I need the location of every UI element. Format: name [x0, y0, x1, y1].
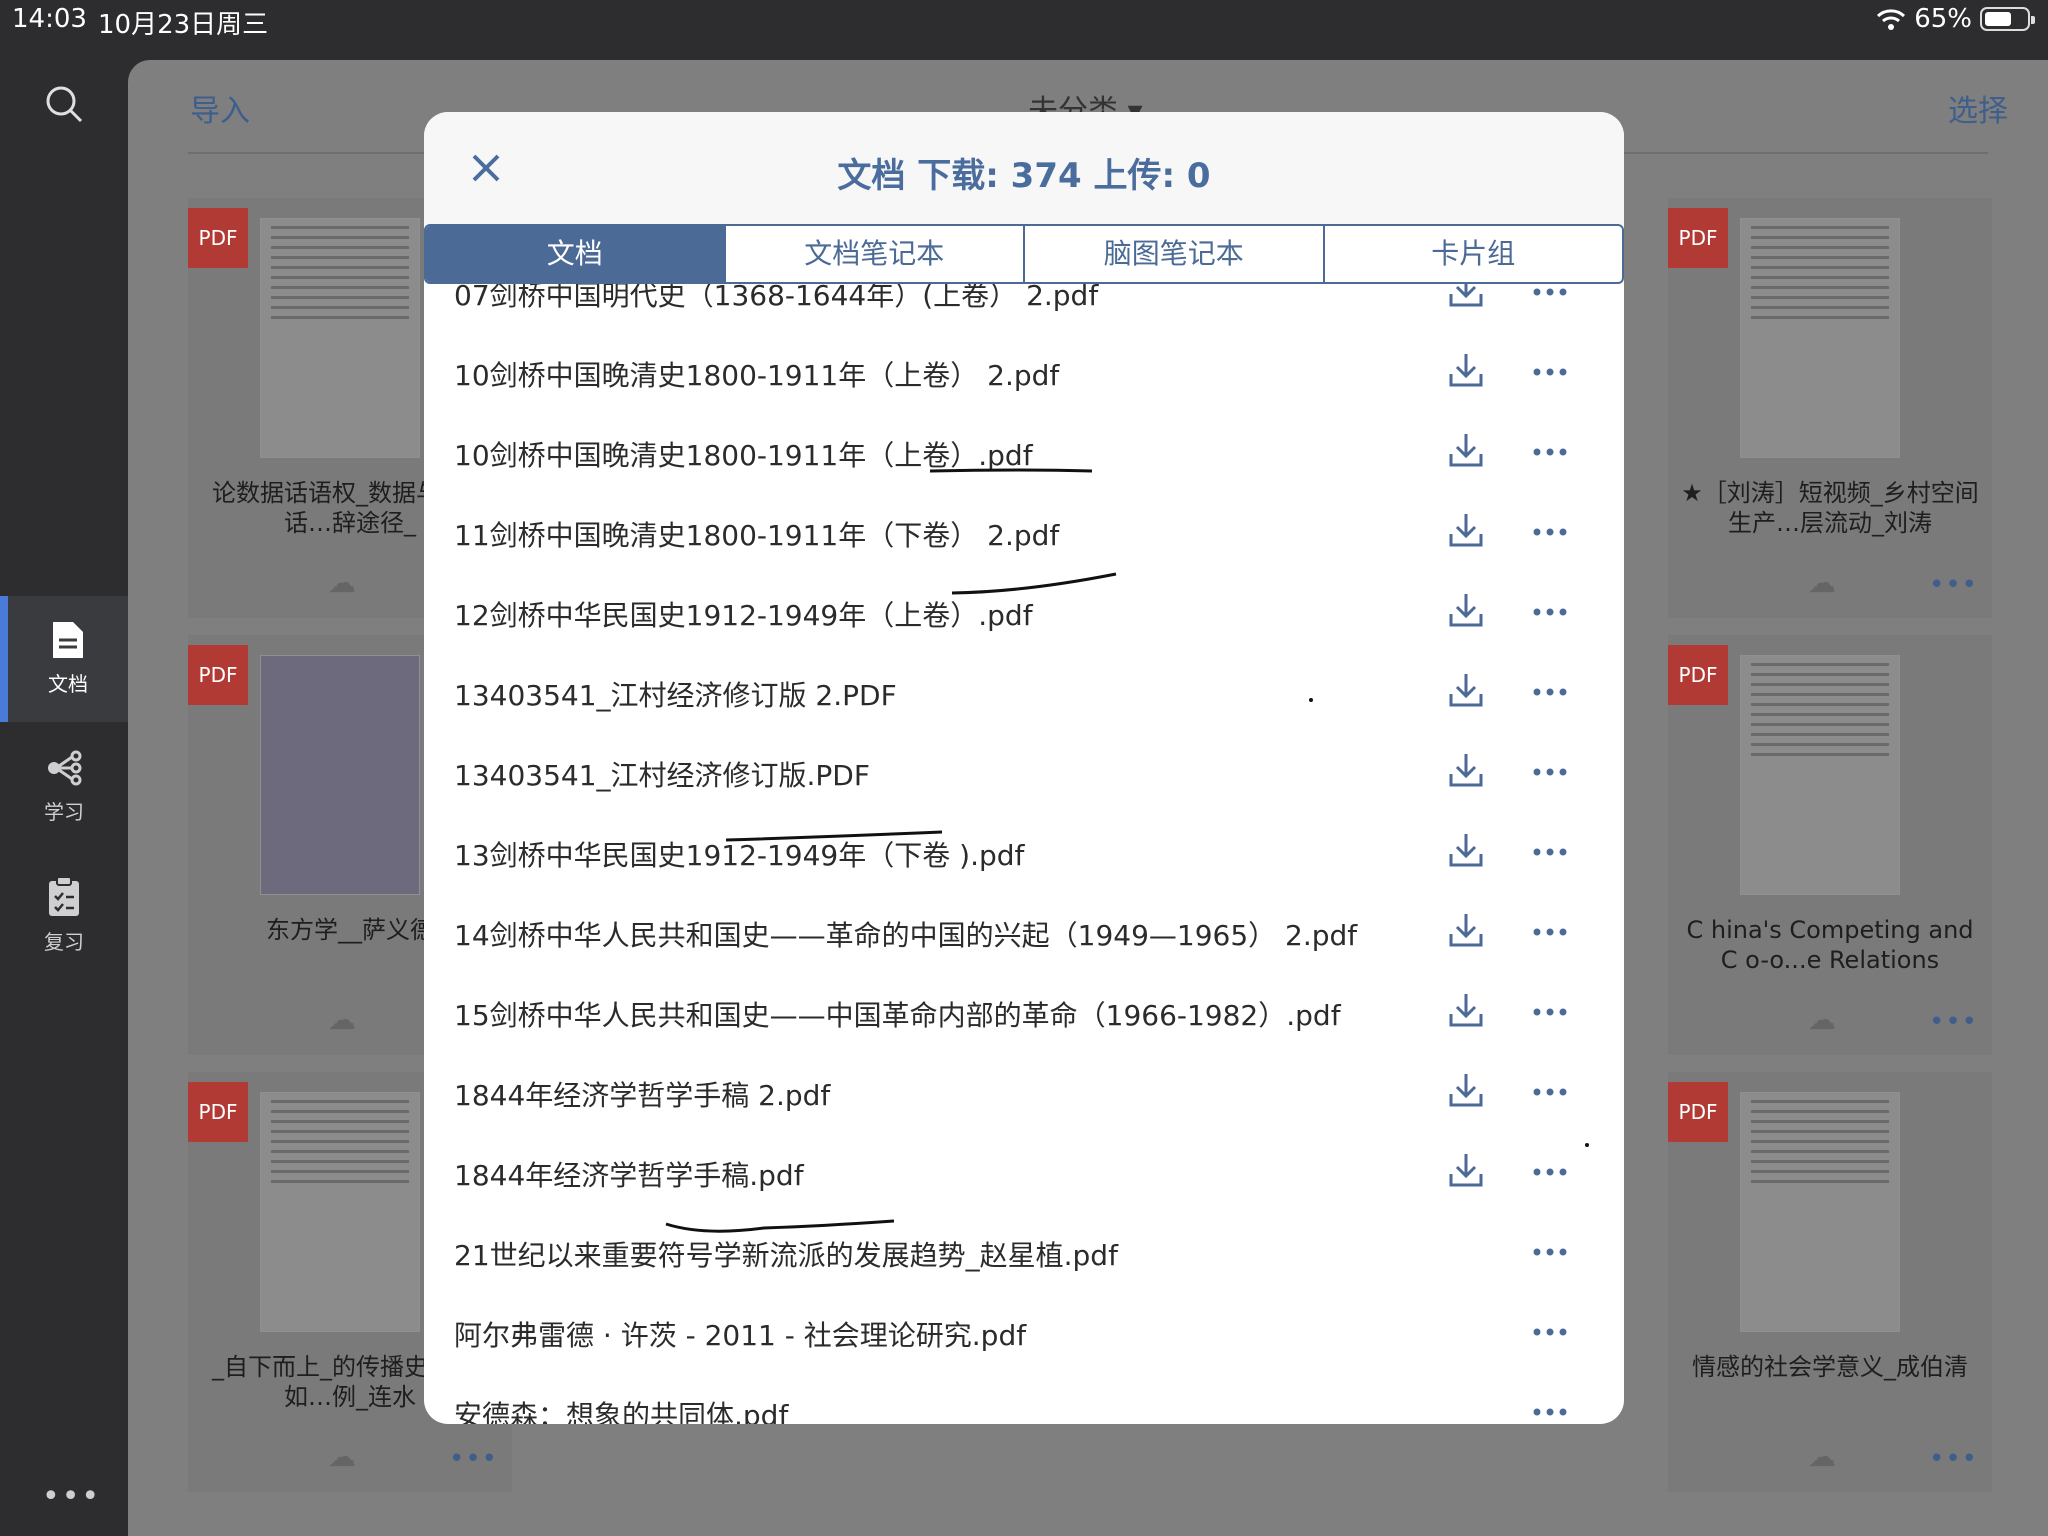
wifi-icon: [1877, 9, 1906, 30]
more-icon[interactable]: •••: [1929, 570, 1978, 600]
more-icon[interactable]: •••: [449, 1444, 498, 1474]
document-thumbnail: [260, 655, 420, 895]
sidebar-item-label: 文档: [48, 672, 88, 696]
pdf-badge: PDF: [188, 208, 248, 268]
share-network-icon: [48, 750, 82, 786]
battery-icon: [1980, 7, 2035, 31]
select-button[interactable]: 选择: [1948, 86, 2008, 130]
cloud-icon: ☁: [328, 566, 356, 599]
status-time: 14:03: [12, 4, 87, 34]
document-thumbnail: [1740, 218, 1900, 458]
document-card[interactable]: PDF ★［刘涛］短视频_乡村空间生产…层流动_刘涛 ☁ •••: [1668, 198, 1992, 618]
document-card[interactable]: PDF C hina's Competing and C o-o...e Rel…: [1668, 635, 1992, 1055]
pdf-badge: PDF: [1668, 1082, 1728, 1142]
cloud-icon: ☁: [328, 1003, 356, 1036]
pdf-badge: PDF: [188, 1082, 248, 1142]
sidebar-item-label: 复习: [44, 930, 84, 954]
battery-fill: [1985, 12, 2011, 26]
cloud-icon: ☁: [1808, 1440, 1836, 1473]
tab-mindmap-notebook[interactable]: 脑图笔记本: [1025, 226, 1325, 282]
status-date: 10月23日周三: [98, 10, 269, 40]
sidebar: 文档 学习 复习 •••: [0, 60, 128, 1536]
cloud-icon: ☁: [1808, 1003, 1836, 1036]
document-transfer-modal: 文档 下载: 374 上传: 0 文档 文档笔记本 脑图笔记本 卡片组 安德森：…: [424, 112, 1624, 1424]
cloud-icon: ☁: [1808, 566, 1836, 599]
cloud-icon: ☁: [328, 1440, 356, 1473]
tab-documents[interactable]: 文档: [426, 226, 726, 282]
document-title: C hina's Competing and C o-o...e Relatio…: [1686, 916, 1974, 974]
tab-bar: 文档 文档笔记本 脑图笔记本 卡片组: [424, 224, 1624, 284]
sidebar-item-documents[interactable]: 文档: [0, 596, 128, 722]
sidebar-item-label: 学习: [44, 800, 84, 824]
pdf-badge: PDF: [1668, 645, 1728, 705]
battery-percent: 65%: [1914, 4, 1972, 34]
search-icon[interactable]: [44, 84, 84, 124]
status-right: 65%: [1876, 4, 2035, 34]
document-thumbnail: [260, 1092, 420, 1332]
modal-title: 文档 下载: 374 上传: 0: [837, 156, 1211, 196]
document-title: 情感的社会学意义_成伯清: [1692, 1353, 1968, 1381]
document-title: ★［刘涛］短视频_乡村空间生产…层流动_刘涛: [1681, 479, 1979, 537]
more-icon[interactable]: •••: [1929, 1444, 1978, 1474]
tab-document-notebook[interactable]: 文档笔记本: [726, 226, 1025, 282]
document-thumbnail: [260, 218, 420, 458]
pen-annotation: [665, 468, 1589, 1233]
document-card[interactable]: PDF 情感的社会学意义_成伯清 ☁ •••: [1668, 1072, 1992, 1492]
sidebar-item-study[interactable]: 学习: [0, 724, 128, 850]
sidebar-item-review[interactable]: 复习: [0, 852, 128, 978]
document-thumbnail: [1740, 655, 1900, 895]
file-list: 安德森：想象的共同体.pdf 阿尔弗雷德 · 许茨 - 2011 - 社会理论研究…: [424, 284, 1624, 1424]
import-button[interactable]: 导入: [190, 86, 250, 130]
status-bar: 14:03 10月23日周三 65%: [0, 0, 2048, 40]
clipboard-check-icon: [49, 876, 79, 916]
pdf-badge: PDF: [188, 645, 248, 705]
more-icon[interactable]: •••: [1929, 1007, 1978, 1037]
tab-card-deck[interactable]: 卡片组: [1325, 226, 1623, 282]
pdf-badge: PDF: [1668, 208, 1728, 268]
more-icon[interactable]: •••: [42, 1479, 101, 1514]
modal-header: 文档 下载: 374 上传: 0: [424, 112, 1624, 224]
document-icon: [53, 622, 83, 658]
document-thumbnail: [1740, 1092, 1900, 1332]
